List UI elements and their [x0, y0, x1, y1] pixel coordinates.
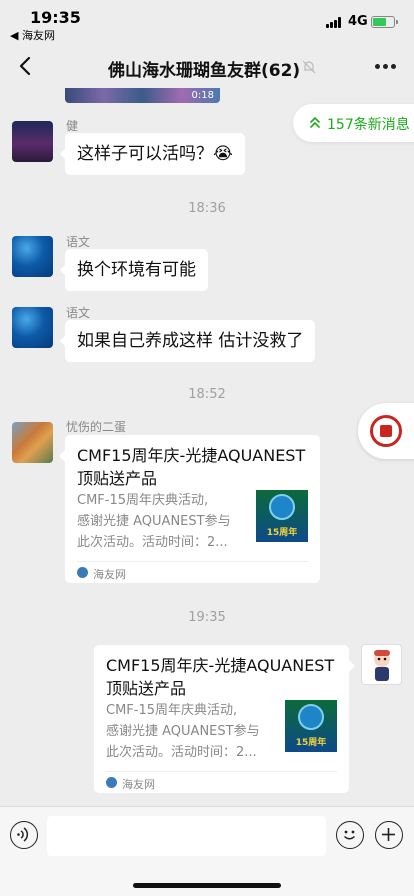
home-indicator[interactable] [133, 883, 281, 888]
more-dots-icon[interactable] [375, 64, 397, 70]
message-bubble[interactable]: 如果自己养成这样 估计没救了 [59, 320, 316, 362]
source-logo-icon [77, 567, 88, 578]
card-title: CMF15周年庆-光捷AQUANEST顶贴送产品 [77, 446, 306, 488]
video-duration: 0:18 [191, 90, 214, 101]
sender-name: 语文 [66, 235, 91, 249]
voice-icon[interactable] [10, 821, 38, 849]
link-card[interactable]: CMF15周年庆-光捷AQUANEST顶贴送产品 CMF-15周年庆典活动, 感… [94, 645, 355, 793]
avatar[interactable] [12, 307, 53, 348]
emoji-icon[interactable] [336, 821, 364, 849]
card-source: 海友网 [93, 568, 126, 581]
avatar[interactable] [12, 121, 53, 162]
sender-name: 忧伤的二蛋 [66, 420, 127, 434]
sender-name: 语文 [66, 306, 91, 320]
network-type: 4G [348, 14, 368, 29]
status-time: 19:35 [30, 8, 81, 27]
card-description: CMF-15周年庆典活动, 感谢光捷 AQUANEST参与 此次活动。活动时间：… [106, 703, 260, 760]
avatar[interactable] [361, 644, 402, 685]
card-source: 海友网 [122, 778, 155, 791]
floating-miniapp-button[interactable] [358, 403, 414, 459]
mute-bell-icon [302, 60, 316, 74]
video-message-thumbnail[interactable]: 0:18 [65, 88, 220, 103]
avatar[interactable] [12, 236, 53, 277]
double-chevron-up-icon [310, 117, 320, 128]
card-title: CMF15周年庆-光捷AQUANEST顶贴送产品 [106, 656, 335, 698]
nav-bar: 佛山海水珊瑚鱼友群(62) [0, 44, 414, 88]
message-bubble[interactable]: 换个环境有可能 [60, 249, 208, 291]
chat-area[interactable]: 0:18 健 这样子可以活吗？😭 18:36 语文 换个环境有可能 语文 如果自… [0, 88, 414, 806]
chevron-left-icon[interactable] [14, 54, 38, 78]
plus-icon[interactable] [375, 821, 403, 849]
back-to-app-link[interactable]: ◀ 海友网 [10, 27, 55, 43]
link-card[interactable]: CMF15周年庆-光捷AQUANEST顶贴送产品 CMF-15周年庆典活动, 感… [59, 435, 320, 583]
status-bar: 19:35 ◀ 海友网 4G [0, 0, 414, 44]
new-messages-label: 157条新消息 [327, 117, 410, 133]
input-bar [0, 806, 414, 896]
avatar[interactable] [12, 422, 53, 463]
timestamp: 19:35 [188, 610, 226, 625]
card-thumbnail: 15周年 [285, 700, 337, 752]
timestamp: 18:52 [188, 387, 226, 402]
new-messages-button[interactable]: 157条新消息 [293, 104, 414, 142]
card-thumbnail: 15周年 [256, 490, 308, 542]
timestamp: 18:36 [188, 201, 226, 216]
battery-charging-icon [371, 16, 395, 28]
chat-title: 佛山海水珊瑚鱼友群(62) [108, 61, 301, 81]
card-description: CMF-15周年庆典活动, 感谢光捷 AQUANEST参与 此次活动。活动时间：… [77, 493, 231, 550]
signal-icon [326, 17, 343, 28]
message-bubble[interactable]: 这样子可以活吗？😭 [60, 133, 245, 175]
sender-name: 健 [66, 119, 79, 133]
message-input[interactable] [47, 816, 326, 856]
miniapp-logo-icon [370, 415, 402, 447]
source-logo-icon [106, 777, 117, 788]
